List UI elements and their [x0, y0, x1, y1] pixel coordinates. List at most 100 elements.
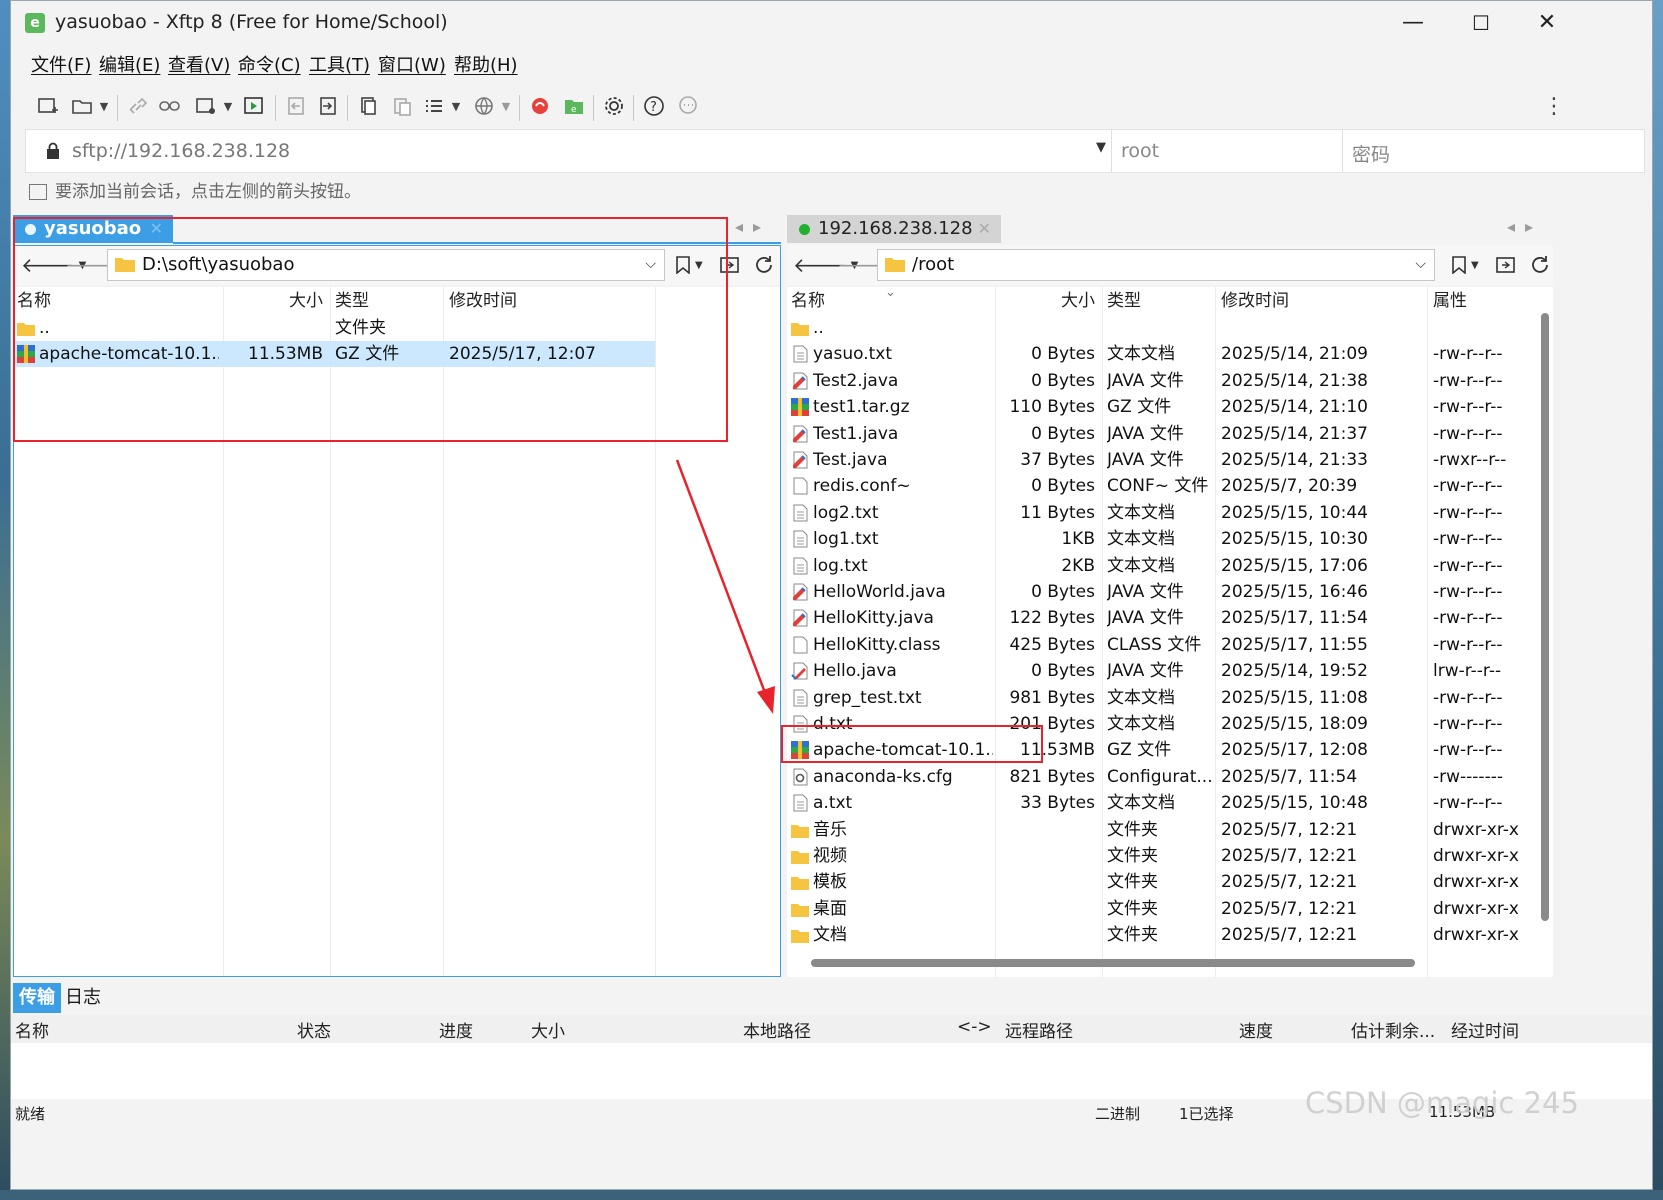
col-attributes[interactable]: 属性 [1433, 287, 1467, 315]
list-view-icon[interactable] [419, 91, 449, 121]
col-modified[interactable]: 修改时间 [449, 287, 517, 315]
terminal-play-icon[interactable] [239, 91, 269, 121]
col-modified[interactable]: 修改时间 [1221, 287, 1289, 315]
list-item[interactable]: log1.txt 1KB 文本文档 2025/5/15, 10:30 -rw-r--r-… [787, 526, 1537, 552]
list-item[interactable]: Hello.java 0 Bytes JAVA 文件 2025/5/14, 19:52… [787, 658, 1537, 684]
download-icon[interactable] [313, 91, 343, 121]
col-size[interactable]: 大小 [531, 1017, 565, 1042]
host-input[interactable]: sftp://192.168.238.128 [72, 140, 290, 162]
list-item[interactable]: log2.txt 11 Bytes 文本文档 2025/5/15, 10:44 -rw-… [787, 500, 1537, 526]
menu-tools[interactable]: 工具(T) [309, 51, 370, 77]
view-dropdown-icon[interactable]: ▼ [449, 91, 463, 121]
new-folder-icon[interactable] [1495, 251, 1517, 279]
col-type[interactable]: 类型 [335, 287, 369, 315]
local-path-field[interactable]: D:\soft\yasuobao ⌵ [107, 249, 665, 281]
col-elapsed[interactable]: 经过时间 [1451, 1017, 1519, 1042]
list-item[interactable]: yasuo.txt 0 Bytes 文本文档 2025/5/14, 21:09 -rw-… [787, 341, 1537, 367]
new-session-icon[interactable] [33, 91, 63, 121]
settings-gear-icon[interactable] [599, 91, 629, 121]
list-item[interactable]: Test.java 37 Bytes JAVA 文件 2025/5/14, 21:33… [787, 447, 1537, 473]
list-item[interactable]: Test2.java 0 Bytes JAVA 文件 2025/5/14, 21:38… [787, 368, 1537, 394]
path-dropdown-icon[interactable]: ⌵ [645, 256, 656, 272]
menu-command[interactable]: 命令(C) [238, 51, 301, 77]
list-item[interactable]: grep_test.txt 981 Bytes 文本文档 2025/5/15, 11:… [787, 685, 1537, 711]
col-remote-path[interactable]: 远程路径 [1005, 1017, 1073, 1042]
menu-help[interactable]: 帮助(H) [454, 51, 518, 77]
col-direction[interactable]: <-> [957, 1017, 992, 1037]
menu-file[interactable]: 文件(F) [31, 51, 91, 77]
list-item[interactable]: .. 文件夹 [13, 315, 655, 341]
close-button[interactable]: ✕ [1517, 5, 1577, 41]
more-options-icon[interactable]: ⋮ [1539, 91, 1569, 121]
tab-remote[interactable]: 192.168.238.128 ✕ [787, 215, 1001, 243]
new-folder-icon[interactable] [719, 251, 741, 279]
list-item[interactable]: d.txt 201 Bytes 文本文档 2025/5/15, 18:09 -rw-r-… [787, 711, 1537, 737]
globe-dropdown-icon[interactable]: ▼ [499, 91, 513, 121]
list-item[interactable]: Test1.java 0 Bytes JAVA 文件 2025/5/14, 21:37… [787, 421, 1537, 447]
globe-icon[interactable] [469, 91, 499, 121]
col-progress[interactable]: 进度 [439, 1017, 473, 1042]
list-item[interactable]: test1.tar.gz 110 Bytes GZ 文件 2025/5/14, 21:… [787, 394, 1537, 420]
transfer-dropdown-icon[interactable]: ▼ [221, 91, 235, 121]
list-item[interactable]: log.txt 2KB 文本文档 2025/5/15, 17:06 -rw-r--r-- [787, 553, 1537, 579]
list-item[interactable]: 桌面 文件夹 2025/5/7, 12:21 drwxr-xr-x [787, 896, 1537, 922]
username-input[interactable]: root [1121, 140, 1159, 162]
col-name[interactable]: 名称 [17, 287, 51, 315]
col-speed[interactable]: 速度 [1239, 1017, 1273, 1042]
chat-icon[interactable] [673, 91, 703, 121]
open-dropdown-icon[interactable]: ▼ [97, 91, 111, 121]
col-status[interactable]: 状态 [297, 1017, 331, 1042]
bookmark-icon[interactable]: ▼ [1451, 251, 1479, 279]
help-icon[interactable]: ? [639, 91, 669, 121]
paste-icon[interactable] [387, 91, 417, 121]
col-local-path[interactable]: 本地路径 [743, 1017, 811, 1042]
disconnect-link-icon[interactable] [123, 91, 153, 121]
menu-edit[interactable]: 编辑(E) [99, 51, 160, 77]
horizontal-scrollbar[interactable] [811, 959, 1415, 967]
path-dropdown-icon[interactable]: ⌵ [1415, 256, 1426, 272]
list-item[interactable]: 文档 文件夹 2025/5/7, 12:21 drwxr-xr-x [787, 922, 1537, 948]
tab-local[interactable]: yasuobao ✕ [13, 215, 173, 243]
list-item[interactable]: anaconda-ks.cfg 821 Bytes Configurat... 202… [787, 764, 1537, 790]
list-item[interactable]: HelloKitty.java 122 Bytes JAVA 文件 2025/5/17… [787, 605, 1537, 631]
tab-transfers[interactable]: 传输 [13, 983, 61, 1013]
list-item-selected[interactable]: apache-tomcat-10.1... 11.53MB GZ 文件 2025… [13, 341, 655, 367]
transfer-window-icon[interactable] [191, 91, 221, 121]
list-item[interactable]: HelloKitty.class 425 Bytes CLASS 文件 2025/5/… [787, 632, 1537, 658]
open-folder-icon[interactable] [67, 91, 97, 121]
menu-view[interactable]: 查看(V) [168, 51, 230, 77]
upload-icon[interactable] [281, 91, 311, 121]
connect-link-icon[interactable] [155, 91, 185, 121]
list-item[interactable]: redis.conf~ 0 Bytes CONF~ 文件 2025/5/7, 20:3… [787, 473, 1537, 499]
col-name[interactable]: 名称 [791, 287, 825, 315]
tab-scroll-arrows-icon[interactable]: ◂▸ [1507, 217, 1543, 236]
tab-scroll-arrows-icon[interactable]: ◂▸ [735, 217, 771, 236]
refresh-icon[interactable] [753, 251, 775, 279]
refresh-icon[interactable] [1529, 251, 1551, 279]
col-size[interactable]: 大小 [289, 287, 323, 315]
minimize-button[interactable]: — [1383, 5, 1443, 41]
col-size[interactable]: 大小 [1061, 287, 1095, 315]
list-item[interactable]: 视频 文件夹 2025/5/7, 12:21 drwxr-xr-x [787, 843, 1537, 869]
list-item[interactable]: HelloWorld.java 0 Bytes JAVA 文件 2025/5/15, … [787, 579, 1537, 605]
list-item[interactable]: 音乐 文件夹 2025/5/7, 12:21 drwxr-xr-x [787, 817, 1537, 843]
remote-path-field[interactable]: /root ⌵ [877, 249, 1435, 281]
host-dropdown-icon[interactable]: ▼ [1096, 140, 1106, 155]
vertical-scrollbar[interactable] [1541, 313, 1549, 921]
xshell-red-icon[interactable] [525, 91, 555, 121]
list-item[interactable]: a.txt 33 Bytes 文本文档 2025/5/15, 10:48 -rw-r--… [787, 790, 1537, 816]
xftp-green-icon[interactable]: e [559, 91, 589, 121]
menu-window[interactable]: 窗口(W) [378, 51, 446, 77]
maximize-button[interactable]: ☐ [1451, 5, 1511, 41]
tab-close-icon[interactable]: ✕ [150, 215, 163, 243]
list-item[interactable]: 模板 文件夹 2025/5/7, 12:21 drwxr-xr-x [787, 869, 1537, 895]
add-session-arrow-icon[interactable] [29, 184, 47, 200]
tab-log[interactable]: 日志 [59, 983, 107, 1013]
copy-icon[interactable] [353, 91, 383, 121]
col-name[interactable]: 名称 [15, 1017, 49, 1042]
tab-close-icon[interactable]: ✕ [978, 215, 991, 243]
list-item[interactable]: .. [787, 315, 1537, 341]
col-eta[interactable]: 估计剩余... [1351, 1017, 1435, 1042]
password-input[interactable]: 密码 [1352, 140, 1390, 167]
col-type[interactable]: 类型 [1107, 287, 1141, 315]
